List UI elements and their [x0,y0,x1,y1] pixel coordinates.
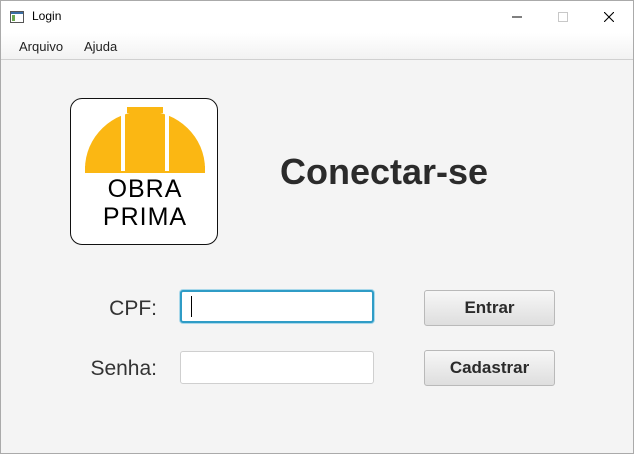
logo-line1: OBRA [108,175,183,203]
senha-input[interactable] [180,351,374,384]
menu-bar: Arquivo Ajuda [1,33,633,60]
maximize-button[interactable] [540,1,586,33]
minimize-button[interactable] [494,1,540,33]
cadastrar-button[interactable]: Cadastrar [424,350,555,386]
title-bar: Login [1,1,633,33]
window-title: Login [32,9,62,23]
menu-ajuda[interactable]: Ajuda [84,39,117,54]
obra-prima-logo: OBRA PRIMA [70,98,218,245]
helmet-icon: OBRA PRIMA [85,107,205,231]
close-button[interactable] [586,1,632,33]
senha-label: Senha: [90,357,157,380]
logo-line2: PRIMA [103,203,187,231]
text-caret [191,296,192,317]
app-window-icon [10,10,24,23]
page-title: Conectar-se [280,151,489,192]
menu-arquivo[interactable]: Arquivo [19,39,63,54]
maximize-icon [558,12,568,22]
close-icon [604,12,614,22]
cpf-label: CPF: [109,297,157,320]
entrar-button[interactable]: Entrar [424,290,555,326]
cpf-input[interactable] [180,290,374,323]
login-window: Login Arquivo Ajuda OBRA PRIMA Conectar-… [0,0,634,454]
minimize-icon [512,16,522,18]
